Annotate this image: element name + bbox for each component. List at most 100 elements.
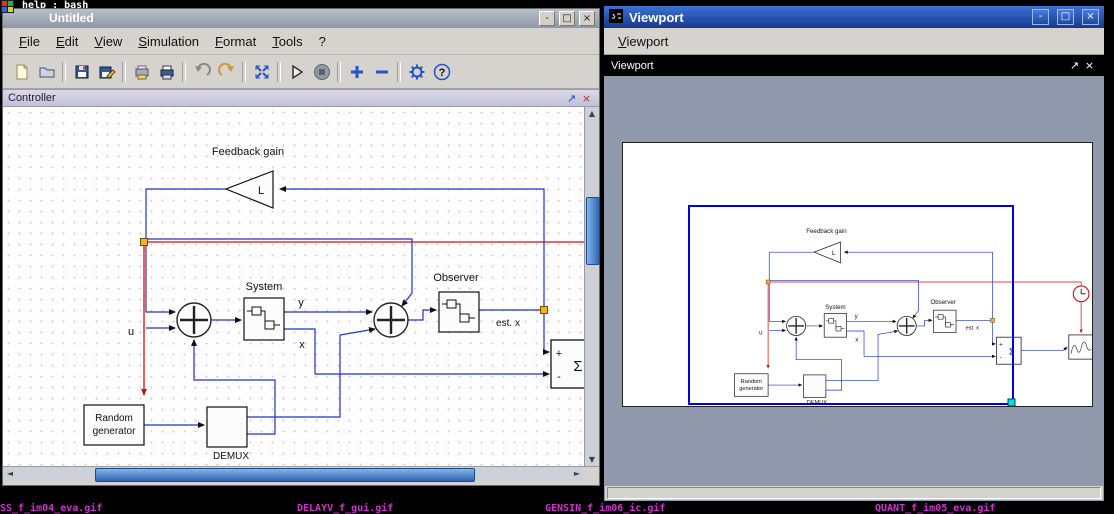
close-button[interactable]: ×	[1082, 9, 1099, 25]
print-preview-icon[interactable]	[129, 59, 154, 85]
detach-panel-icon[interactable]: ↗	[1067, 59, 1082, 72]
terminal-file-entry: DELAYV_f_gui.gif	[297, 503, 393, 514]
link-handle[interactable]	[141, 239, 148, 246]
block-observer[interactable]	[439, 292, 479, 332]
scrollbar-corner	[584, 466, 599, 481]
svg-text:?: ?	[438, 67, 445, 79]
resize-handle[interactable]	[1008, 399, 1015, 406]
menu-format[interactable]: Format	[207, 31, 264, 52]
viewport-titlebar[interactable]: Viewport - □ ×	[604, 6, 1104, 28]
editor-toolbar: ?	[3, 55, 599, 89]
feedback-gain-label: Feedback gain	[212, 146, 284, 158]
toolbar-separator	[337, 62, 341, 82]
editor-menubar: File Edit View Simulation Format Tools ?	[3, 28, 599, 55]
block-system[interactable]	[244, 298, 284, 340]
print-icon[interactable]	[154, 59, 179, 85]
svg-text:Σ: Σ	[573, 358, 582, 375]
diagram-canvas[interactable]: L Feedback gain System	[3, 107, 584, 466]
y-label: y	[298, 297, 304, 309]
help-icon[interactable]: ?	[429, 59, 454, 85]
vertical-scroll-thumb[interactable]	[586, 197, 600, 265]
redo-icon[interactable]	[214, 59, 239, 85]
system-label: System	[246, 281, 283, 293]
settings-icon[interactable]	[404, 59, 429, 85]
play-icon[interactable]	[284, 59, 309, 85]
toolbar-separator	[122, 62, 126, 82]
horizontal-scrollbar[interactable]: ◄ ►	[3, 466, 584, 481]
new-icon[interactable]	[9, 59, 34, 85]
terminal-file-entry: GENSIN_f_im06_ic.gif	[545, 503, 665, 514]
link-handle[interactable]	[541, 307, 548, 314]
fit-view-icon[interactable]	[249, 59, 274, 85]
close-button[interactable]: ×	[579, 11, 595, 26]
demux-label: DEMUX	[213, 451, 249, 462]
link-sum2-to-observer[interactable]	[408, 310, 436, 320]
maximize-button[interactable]: □	[559, 11, 575, 26]
viewport-panel-header[interactable]: Viewport ↗ ×	[604, 55, 1104, 76]
block-sum2[interactable]	[374, 303, 408, 337]
terminal-file-entry: QUANT_f_im05_eva.gif	[875, 503, 995, 514]
editor-window-title: Untitled	[49, 11, 94, 25]
zoom-out-icon[interactable]	[369, 59, 394, 85]
menu-viewport[interactable]: Viewport	[610, 31, 676, 52]
menu-edit[interactable]: Edit	[48, 31, 86, 52]
block-sum1[interactable]	[177, 303, 211, 337]
viewport-mini-diagram	[734, 228, 1092, 406]
scroll-right-arrow[interactable]: ►	[570, 467, 584, 481]
controller-panel-header[interactable]: Controller ↗ ×	[3, 89, 599, 107]
viewport-statusbar	[605, 486, 1103, 500]
menu-view[interactable]: View	[86, 31, 130, 52]
zoom-in-icon[interactable]	[344, 59, 369, 85]
viewport-window: Viewport - □ × Viewport Viewport ↗ ×	[603, 5, 1105, 502]
close-panel-icon[interactable]: ×	[1082, 59, 1097, 72]
diagram-svg: L Feedback gain System	[3, 107, 584, 466]
block-error-sum[interactable]: + - Σ	[551, 340, 584, 388]
toolbar-separator	[242, 62, 246, 82]
link-u-to-sum2[interactable]	[146, 239, 412, 306]
viewport-window-title: Viewport	[629, 10, 1024, 25]
save-icon[interactable]	[69, 59, 94, 85]
svg-text:-: -	[557, 371, 561, 383]
scroll-down-arrow[interactable]: ▼	[585, 453, 599, 466]
link-estx-to-sigma[interactable]	[544, 310, 549, 352]
viewport-canvas[interactable]	[622, 142, 1093, 407]
panel-title: Controller	[8, 92, 564, 104]
close-panel-icon[interactable]: ×	[579, 92, 594, 105]
viewport-app-icon	[609, 9, 623, 26]
observer-label: Observer	[433, 272, 479, 284]
block-demux[interactable]	[207, 407, 247, 447]
minimize-button[interactable]: -	[539, 11, 555, 26]
editor-titlebar[interactable]: Untitled - □ ×	[3, 9, 599, 28]
vertical-scrollbar[interactable]: ▲ ▼	[584, 107, 599, 466]
menu-tools[interactable]: Tools	[264, 31, 310, 52]
terminal-app-icon	[1, 0, 14, 13]
scroll-left-arrow[interactable]: ◄	[3, 467, 17, 481]
undo-icon[interactable]	[189, 59, 214, 85]
stop-icon[interactable]	[309, 59, 334, 85]
minimize-button[interactable]: -	[1032, 9, 1049, 25]
link-x-to-sigma[interactable]	[284, 329, 549, 374]
toolbar-separator	[182, 62, 186, 82]
maximize-button[interactable]: □	[1057, 9, 1074, 25]
link-gain-out[interactable]	[146, 189, 226, 312]
horizontal-scroll-thumb[interactable]	[95, 468, 475, 482]
toolbar-separator	[277, 62, 281, 82]
menu-simulation[interactable]: Simulation	[130, 31, 207, 52]
editor-window: Untitled - □ × File Edit View Simulation…	[2, 8, 600, 486]
open-icon[interactable]	[34, 59, 59, 85]
x-label: x	[299, 339, 305, 351]
toolbar-separator	[62, 62, 66, 82]
detach-panel-icon[interactable]: ↗	[564, 92, 579, 105]
block-random-generator[interactable]: Random generator	[84, 405, 144, 445]
svg-text:+: +	[556, 348, 562, 360]
panel-title: Viewport	[611, 60, 1067, 72]
svg-text:generator: generator	[93, 426, 136, 437]
save-as-icon[interactable]	[94, 59, 119, 85]
menu-file[interactable]: File	[11, 31, 48, 52]
scroll-up-arrow[interactable]: ▲	[585, 107, 599, 120]
menu-help[interactable]: ?	[311, 31, 334, 52]
block-feedback-gain[interactable]: L	[226, 171, 273, 208]
est-x-label: est. x	[496, 318, 520, 329]
viewport-menubar: Viewport	[604, 28, 1104, 55]
link-demux-to-sum2[interactable]	[247, 329, 375, 417]
